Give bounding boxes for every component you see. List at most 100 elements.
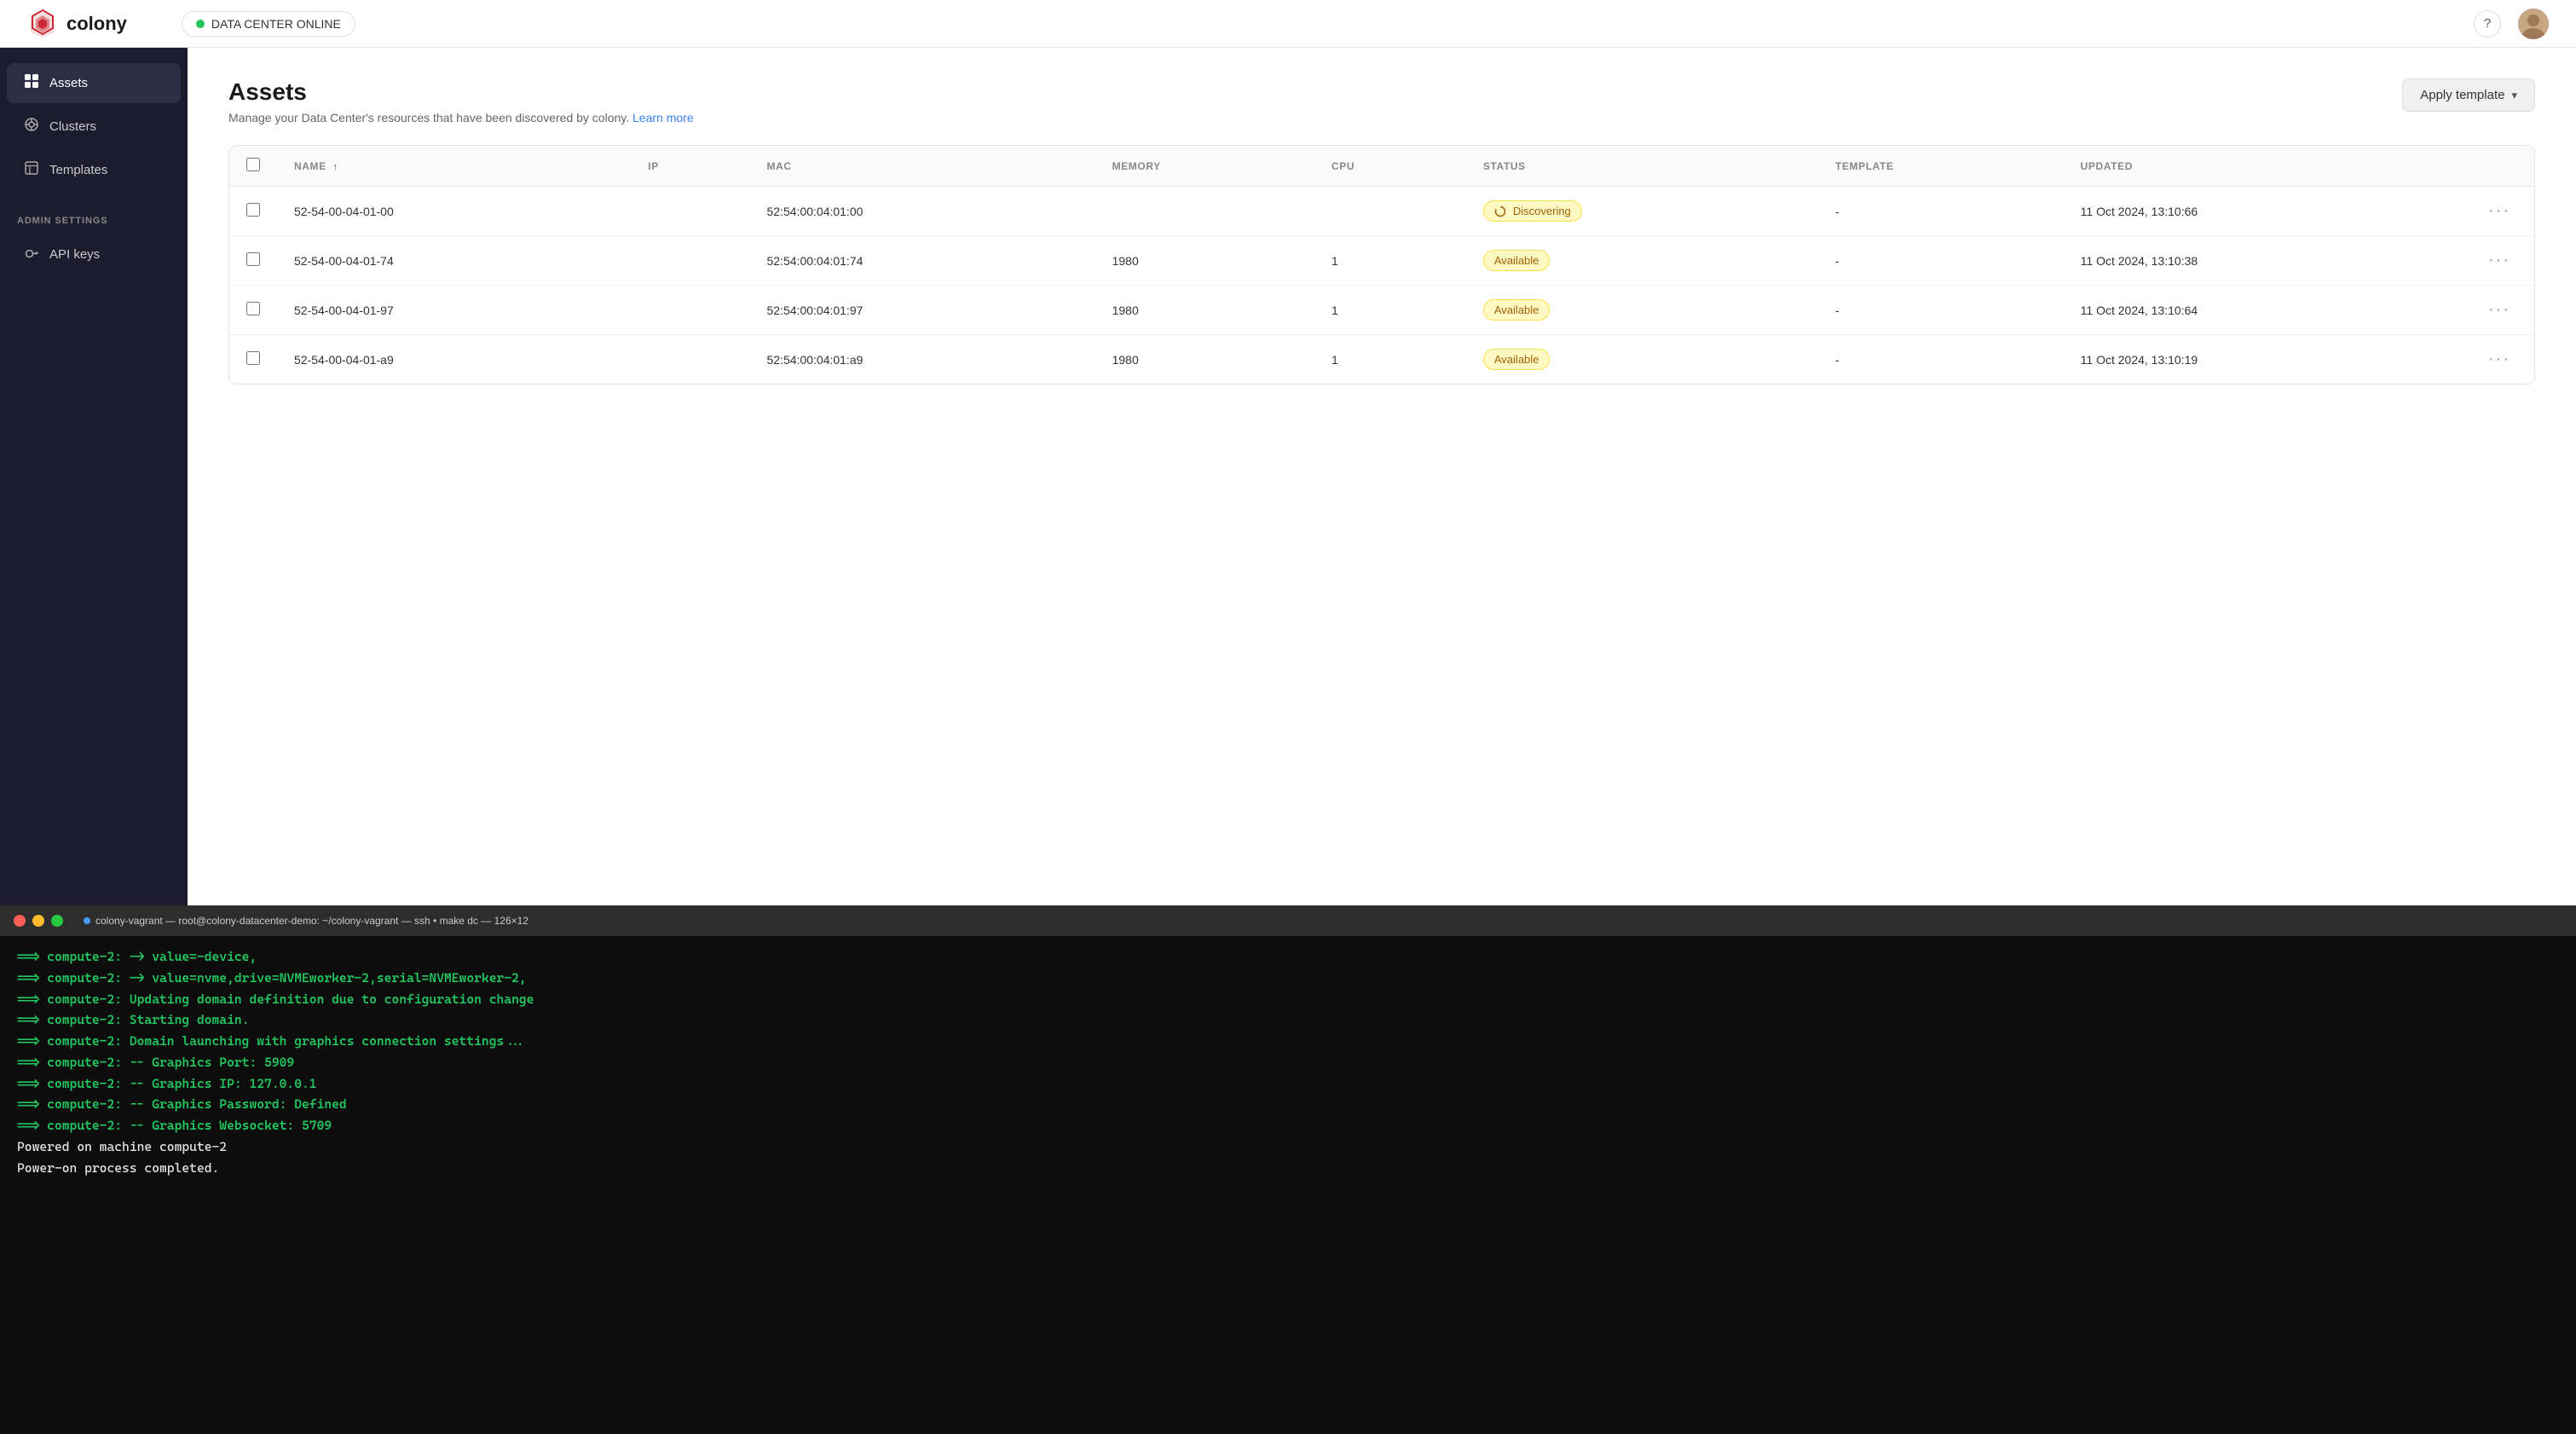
- row-updated: 11 Oct 2024, 13:10:38: [2064, 236, 2464, 286]
- sidebar-item-api-keys[interactable]: API keys: [7, 234, 181, 275]
- api-keys-icon: [24, 245, 39, 264]
- row-status: Available: [1466, 286, 1818, 335]
- page-title: Assets: [228, 78, 694, 106]
- row-actions: ···: [2464, 335, 2534, 385]
- row-name: 52-54-00-04-01-74: [277, 236, 631, 286]
- row-more-button-3[interactable]: ···: [2481, 346, 2517, 372]
- row-name: 52-54-00-04-01-97: [277, 286, 631, 335]
- status-badge-3: Available: [1483, 349, 1551, 370]
- row-ip: [631, 335, 749, 385]
- assets-label: Assets: [49, 76, 88, 90]
- row-actions: ···: [2464, 236, 2534, 286]
- datacenter-status: DATA CENTER ONLINE: [211, 17, 341, 31]
- terminal-line: ==> compute-2: Domain launching with gra…: [17, 1031, 2559, 1052]
- api-keys-label: API keys: [49, 247, 100, 262]
- clusters-icon: [24, 117, 39, 136]
- row-memory: 1980: [1095, 236, 1314, 286]
- row-checkbox-cell: [229, 187, 277, 236]
- template-column-header: TEMPLATE: [1818, 146, 2064, 187]
- table-row: 52-54-00-04-01-97 52:54:00:04:01:97 1980…: [229, 286, 2534, 335]
- user-avatar[interactable]: [2518, 9, 2549, 39]
- terminal-line: ==> compute-2: -> value=-device,: [17, 946, 2559, 968]
- ip-column-header: IP: [631, 146, 749, 187]
- row-ip: [631, 236, 749, 286]
- row-cpu: 1: [1314, 236, 1466, 286]
- page-subtitle: Manage your Data Center's resources that…: [228, 111, 694, 124]
- assets-table-container: NAME ↑ IP MAC MEMORY CPU STATUS TEMPLATE…: [228, 145, 2535, 385]
- row-memory: [1095, 187, 1314, 236]
- row-checkbox-cell: [229, 286, 277, 335]
- row-cpu: 1: [1314, 335, 1466, 385]
- apply-template-label: Apply template: [2420, 88, 2504, 102]
- row-checkbox-1[interactable]: [246, 252, 260, 266]
- traffic-lights: [14, 915, 63, 927]
- terminal-title: colony-vagrant — root@colony-datacenter-…: [95, 915, 528, 927]
- sidebar-item-assets[interactable]: Assets: [7, 63, 181, 103]
- row-memory: 1980: [1095, 286, 1314, 335]
- terminal-line: Powered on machine compute-2: [17, 1136, 2559, 1158]
- table-row: 52-54-00-04-01-74 52:54:00:04:01:74 1980…: [229, 236, 2534, 286]
- row-ip: [631, 187, 749, 236]
- row-actions: ···: [2464, 286, 2534, 335]
- page-header: Assets Manage your Data Center's resourc…: [228, 78, 2535, 124]
- apply-template-button[interactable]: Apply template ▾: [2402, 78, 2535, 112]
- row-checkbox-2[interactable]: [246, 302, 260, 315]
- terminal-body[interactable]: ==> compute-2: -> value=-device, ==> comp…: [0, 936, 2576, 1434]
- apply-template-chevron-icon: ▾: [2511, 89, 2517, 102]
- assets-table-body: 52-54-00-04-01-00 52:54:00:04:01:00 Disc…: [229, 187, 2534, 385]
- row-mac: 52:54:00:04:01:74: [750, 236, 1095, 286]
- updated-column-header: UPDATED: [2064, 146, 2464, 187]
- table-header-row: NAME ↑ IP MAC MEMORY CPU STATUS TEMPLATE…: [229, 146, 2534, 187]
- sidebar-item-clusters[interactable]: Clusters: [7, 107, 181, 147]
- row-checkbox-cell: [229, 236, 277, 286]
- row-more-button-1[interactable]: ···: [2481, 247, 2517, 273]
- main-content: Assets Manage your Data Center's resourc…: [188, 48, 2576, 905]
- terminal-line: ==> compute-2: Starting domain.: [17, 1009, 2559, 1031]
- row-template: -: [1818, 335, 2064, 385]
- terminal-line: ==> compute-2: -- Graphics Password: Def…: [17, 1094, 2559, 1115]
- close-window-button[interactable]: [14, 915, 26, 927]
- terminal-line: ==> compute-2: -- Graphics Websocket: 57…: [17, 1115, 2559, 1136]
- mac-column-header: MAC: [750, 146, 1095, 187]
- templates-label: Templates: [49, 163, 107, 177]
- row-checkbox-3[interactable]: [246, 351, 260, 365]
- sidebar: Assets Clusters Templates ADMIN SETTINGS…: [0, 48, 188, 905]
- name-sort-icon: ↑: [333, 162, 338, 172]
- row-memory: 1980: [1095, 335, 1314, 385]
- row-updated: 11 Oct 2024, 13:10:19: [2064, 335, 2464, 385]
- row-status: Available: [1466, 236, 1818, 286]
- row-status: Discovering: [1466, 187, 1818, 236]
- name-column-header[interactable]: NAME ↑: [277, 146, 631, 187]
- select-all-header: [229, 146, 277, 187]
- row-mac: 52:54:00:04:01:a9: [750, 335, 1095, 385]
- table-row: 52-54-00-04-01-00 52:54:00:04:01:00 Disc…: [229, 187, 2534, 236]
- row-mac: 52:54:00:04:01:97: [750, 286, 1095, 335]
- logo: colony: [27, 9, 127, 39]
- status-badge-0: Discovering: [1483, 200, 1582, 222]
- select-all-checkbox[interactable]: [246, 158, 260, 171]
- maximize-window-button[interactable]: [51, 915, 63, 927]
- help-button[interactable]: ?: [2474, 10, 2501, 38]
- terminal-line: ==> compute-2: -- Graphics Port: 5909: [17, 1052, 2559, 1073]
- clusters-label: Clusters: [49, 119, 96, 134]
- terminal-wrapper: colony-vagrant — root@colony-datacenter-…: [0, 905, 2576, 1434]
- terminal-line: ==> compute-2: -- Graphics IP: 127.0.0.1: [17, 1073, 2559, 1095]
- minimize-window-button[interactable]: [32, 915, 44, 927]
- datacenter-badge: DATA CENTER ONLINE: [182, 11, 355, 37]
- colony-logo-icon: [27, 9, 58, 39]
- learn-more-link[interactable]: Learn more: [632, 111, 694, 124]
- row-actions: ···: [2464, 187, 2534, 236]
- terminal-line: Power-on process completed.: [17, 1158, 2559, 1179]
- sidebar-item-templates[interactable]: Templates: [7, 150, 181, 190]
- terminal-tab: colony-vagrant — root@colony-datacenter-…: [84, 915, 528, 927]
- app-body: Assets Clusters Templates ADMIN SETTINGS…: [0, 48, 2576, 905]
- row-more-button-0[interactable]: ···: [2481, 198, 2517, 223]
- row-template: -: [1818, 187, 2064, 236]
- terminal-tab-indicator: [84, 917, 90, 924]
- row-checkbox-0[interactable]: [246, 203, 260, 217]
- row-more-button-2[interactable]: ···: [2481, 297, 2517, 322]
- templates-icon: [24, 160, 39, 180]
- topbar: colony DATA CENTER ONLINE ?: [0, 0, 2576, 48]
- terminal-titlebar: colony-vagrant — root@colony-datacenter-…: [0, 905, 2576, 936]
- row-template: -: [1818, 286, 2064, 335]
